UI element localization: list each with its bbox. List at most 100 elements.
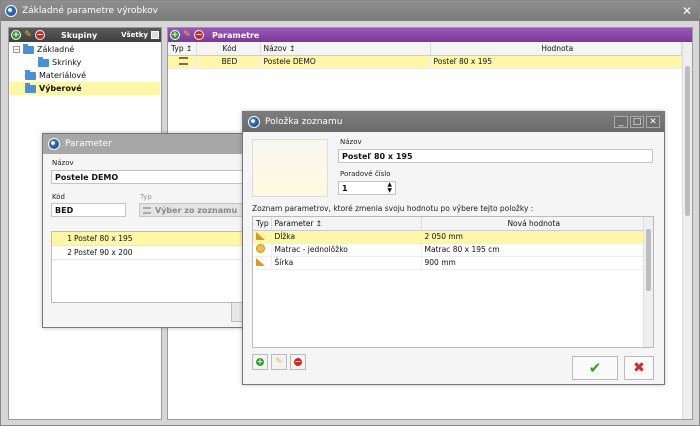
parameters-table: Typ ↥ Kód Názov ↥ Hodnota BED Postele DE… — [168, 42, 682, 69]
item-image-placeholder[interactable] — [252, 139, 328, 197]
remove-parameter-icon[interactable]: − — [194, 30, 204, 40]
add-group-icon[interactable]: + — [11, 30, 21, 40]
edit-row-button[interactable]: ✎ — [271, 354, 287, 370]
cell-hodnota: Posteľ 80 x 195 — [430, 55, 682, 69]
list-caption: Zoznam parametrov, ktoré zmenia svoju ho… — [252, 204, 534, 213]
all-groups-label[interactable]: Všetky — [121, 31, 148, 39]
parameter-dialog-title: Parameter — [65, 139, 112, 149]
cell-nazov: Postele DEMO — [260, 55, 431, 69]
ruler-icon — [253, 256, 272, 270]
remove-icon: − — [293, 357, 303, 367]
window-title: Základné parametre výrobkov — [22, 6, 158, 16]
remove-group-icon[interactable]: − — [35, 30, 45, 40]
sort-asc-icon: ↥ — [289, 43, 296, 53]
type-select[interactable]: Výber zo zoznamu — [139, 203, 243, 217]
edit-group-icon[interactable]: ✎ — [23, 30, 33, 40]
window-controls: _ □ ✕ — [612, 116, 660, 128]
type-select-value: Výber zo zoznamu — [155, 205, 238, 215]
tree-item-skrinky[interactable]: Skrinky — [10, 56, 160, 69]
cross-icon: ✖ — [633, 360, 645, 376]
stepper-arrows-icon[interactable]: ▲ ▼ — [387, 182, 392, 194]
tree-item-label: Výberové — [39, 84, 82, 93]
edit-parameter-icon[interactable]: ✎ — [182, 30, 192, 40]
column-hodnota[interactable]: Hodnota — [430, 42, 682, 56]
all-groups-checkbox[interactable] — [151, 31, 159, 39]
column-kod[interactable]: Kód — [196, 42, 261, 56]
order-value: 1 — [342, 183, 348, 193]
groups-title: Skupiny — [61, 30, 98, 40]
checkmark-icon: ✔ — [588, 359, 602, 377]
item-name-label: Názov — [340, 138, 362, 146]
item-dialog-titlebar: Položka zoznamu _ □ ✕ — [243, 112, 664, 132]
column-nova-hodnota[interactable]: Nová hodnota — [421, 217, 644, 231]
collapse-toggle-icon[interactable]: − — [13, 46, 20, 53]
list-icon — [143, 206, 151, 214]
tree-item-label: Základné — [37, 45, 75, 54]
item-table-toolbar: + ✎ − — [252, 354, 306, 370]
table-header-row: Typ ↥ Kód Názov ↥ Hodnota — [168, 42, 682, 56]
scrollbar-thumb[interactable] — [646, 229, 651, 291]
item-label: Posteľ 80 x 195 — [74, 234, 133, 243]
ok-button[interactable]: ✔ — [572, 356, 618, 380]
parameters-title: Parametre — [212, 30, 260, 40]
item-dialog-title: Položka zoznamu — [265, 117, 343, 127]
column-nazov[interactable]: Názov ↥ — [260, 42, 431, 56]
table-row[interactable]: Dĺžka 2 050 mm — [253, 230, 644, 244]
item-number: 2 — [67, 248, 72, 257]
app-icon — [48, 138, 60, 150]
tree-item-label: Materiálové — [39, 71, 87, 80]
circle-icon — [253, 243, 272, 257]
code-label: Kód — [52, 193, 65, 201]
sort-asc-icon: ↥ — [186, 43, 193, 53]
column-parameter[interactable]: Parameter ↥ — [271, 217, 422, 231]
parameters-header: + ✎ − Parametre — [168, 28, 692, 42]
tree-item-zakladne[interactable]: − Základné — [10, 43, 160, 56]
item-name-field[interactable]: Posteľ 80 x 195 — [338, 149, 653, 163]
column-typ[interactable]: Typ ↥ — [168, 42, 197, 56]
ruler-icon — [253, 230, 272, 244]
app-icon — [5, 5, 17, 17]
add-row-button[interactable]: + — [252, 354, 268, 370]
remove-row-button[interactable]: − — [290, 354, 306, 370]
item-parameters-table: Typ Parameter ↥ Nová hodnota Dĺžka 2 050… — [253, 217, 644, 270]
groups-header: + ✎ − Skupiny Všetky — [9, 28, 161, 42]
cell-parameter: Matrac - jednolôžko — [271, 243, 422, 257]
add-parameter-icon[interactable]: + — [170, 30, 180, 40]
type-label: Typ — [140, 193, 152, 201]
parameters-scrollbar[interactable] — [682, 42, 692, 419]
minimize-icon[interactable]: _ — [614, 116, 628, 128]
order-stepper[interactable]: 1 ▲ ▼ — [338, 181, 396, 195]
folder-icon — [25, 82, 36, 93]
pencil-icon: ✎ — [275, 357, 283, 367]
cell-value: 2 050 mm — [421, 230, 644, 244]
cancel-button[interactable]: ✖ — [624, 356, 654, 380]
cell-value: Matrac 80 x 195 cm — [421, 243, 644, 257]
list-icon — [168, 55, 197, 69]
cell-value: 900 mm — [421, 256, 644, 270]
close-icon[interactable]: ✕ — [646, 116, 660, 128]
tree-item-materialove[interactable]: Materiálové — [10, 69, 160, 82]
cell-parameter: Dĺžka — [271, 230, 422, 244]
table-row[interactable]: Šírka 900 mm — [253, 256, 644, 270]
item-parameters-table-container: Typ Parameter ↥ Nová hodnota Dĺžka 2 050… — [252, 216, 654, 348]
item-parameters-scrollbar[interactable] — [643, 217, 653, 347]
order-label: Poradové číslo — [340, 170, 391, 178]
folder-icon — [23, 43, 34, 54]
maximize-icon[interactable]: □ — [630, 116, 644, 128]
code-field[interactable]: BED — [51, 203, 126, 217]
add-icon: + — [255, 357, 265, 367]
table-row[interactable]: Matrac - jednolôžko Matrac 80 x 195 cm — [253, 243, 644, 257]
table-header-row: Typ Parameter ↥ Nová hodnota — [253, 217, 644, 231]
item-label: Posteľ 90 x 200 — [74, 248, 133, 257]
tree-item-vyberove[interactable]: Výberové — [10, 82, 160, 95]
cell-parameter: Šírka — [271, 256, 422, 270]
column-typ[interactable]: Typ — [253, 217, 272, 231]
close-icon[interactable]: ✕ — [679, 4, 695, 18]
sort-asc-icon: ↥ — [315, 218, 323, 228]
app-icon — [248, 116, 260, 128]
main-titlebar: Základné parametre výrobkov ✕ — [1, 1, 699, 21]
scrollbar-thumb[interactable] — [685, 66, 690, 216]
cell-kod: BED — [196, 55, 261, 69]
table-row[interactable]: BED Postele DEMO Posteľ 80 x 195 — [168, 55, 682, 69]
tree-item-label: Skrinky — [52, 58, 82, 67]
